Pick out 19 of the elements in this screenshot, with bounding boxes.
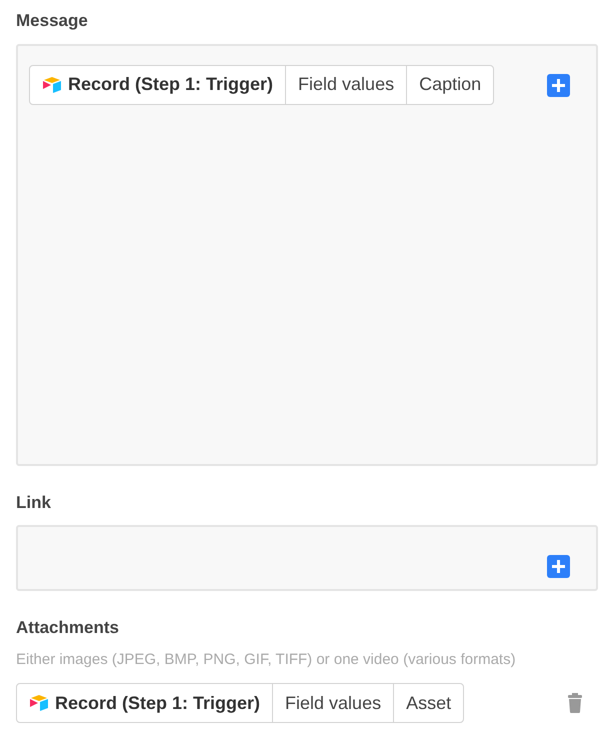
token-part-text: Field values	[285, 66, 406, 104]
trash-icon[interactable]	[568, 693, 582, 713]
link-field[interactable]	[16, 525, 598, 591]
token-source-text: Record (Step 1: Trigger)	[55, 692, 260, 715]
cube-logo-icon	[42, 76, 62, 94]
field-label: Message	[16, 10, 88, 32]
token-pill[interactable]: Record (Step 1: Trigger) Field values Caption	[29, 64, 494, 104]
token-pill[interactable]: Record (Step 1: Trigger) Field values Asset	[16, 683, 464, 723]
field-hint: Either images (JPEG, BMP, PNG, GIF, TIFF) or one video (various formats)	[16, 650, 517, 670]
add-icon[interactable]	[547, 555, 570, 578]
field-label: Attachments	[16, 617, 119, 639]
token-part-text: Field values	[272, 684, 394, 722]
cube-logo-icon	[29, 694, 49, 712]
token-source-text: Record (Step 1: Trigger)	[68, 73, 274, 96]
token-part-text: Caption	[406, 66, 494, 104]
message-field[interactable]: Record (Step 1: Trigger) Field values Caption	[16, 44, 598, 466]
add-icon[interactable]	[547, 74, 570, 96]
token-part-text: Asset	[393, 684, 464, 722]
field-label: Link	[16, 492, 51, 514]
